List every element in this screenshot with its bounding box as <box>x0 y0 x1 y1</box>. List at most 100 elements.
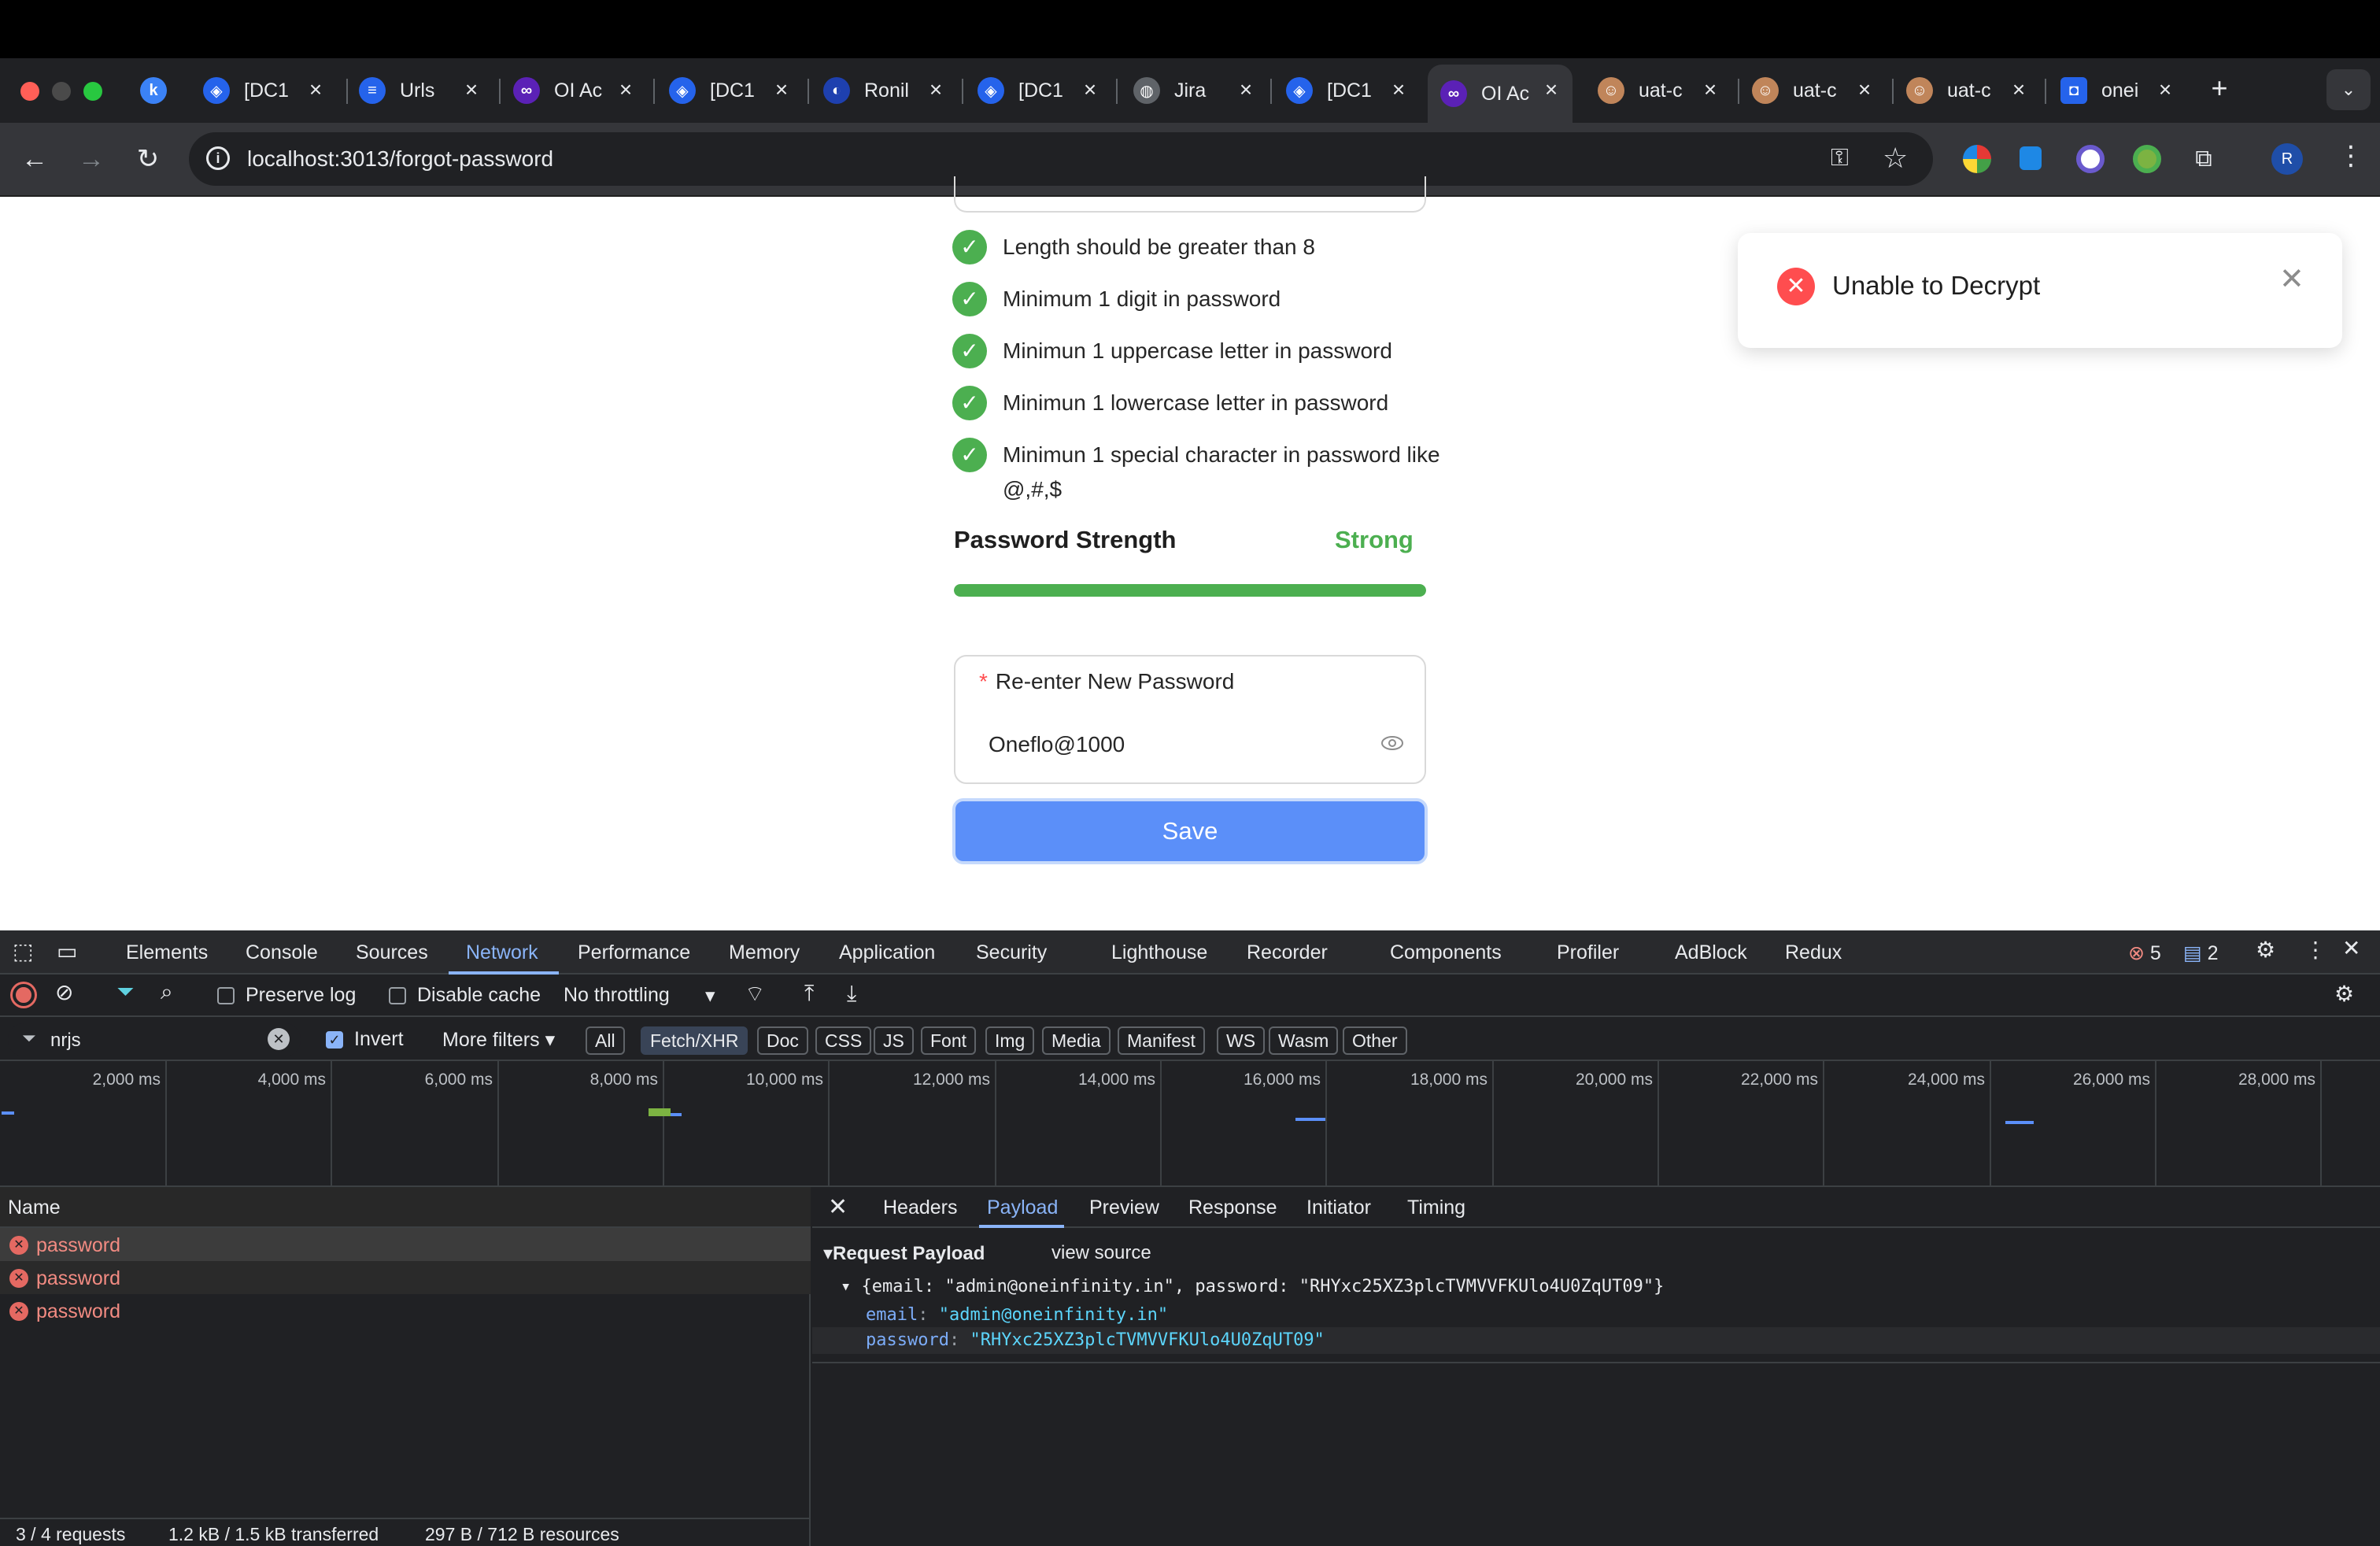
new-password-field[interactable] <box>954 176 1426 213</box>
throttling-select[interactable]: No throttling <box>564 984 670 1007</box>
detail-tab-timing[interactable]: Timing <box>1407 1196 1465 1219</box>
detail-tab-preview[interactable]: Preview <box>1089 1196 1159 1219</box>
browser-tab[interactable]: ◈ [DC1 × <box>669 65 795 117</box>
devtools-tab-elements[interactable]: Elements <box>126 941 208 964</box>
type-chip-media[interactable]: Media <box>1042 1026 1111 1055</box>
chevron-down-icon[interactable]: ▾ <box>705 984 715 1008</box>
reenter-password-input[interactable]: Oneflo@1000 <box>989 732 1125 757</box>
devtools-tab-memory[interactable]: Memory <box>729 941 800 964</box>
request-row[interactable]: ✕ password <box>0 1228 811 1261</box>
extension-icon[interactable] <box>2133 145 2161 173</box>
devtools-tab-adblock[interactable]: AdBlock <box>1675 941 1747 964</box>
detail-tab-headers[interactable]: Headers <box>883 1196 958 1219</box>
inspect-element-icon[interactable]: ⬚ <box>13 938 33 964</box>
type-chip-css[interactable]: CSS <box>815 1026 872 1055</box>
close-icon[interactable]: × <box>1538 76 1565 103</box>
network-timeline[interactable]: 2,000 ms 4,000 ms 6,000 ms 8,000 ms 10,0… <box>0 1061 2380 1187</box>
devtools-tab-console[interactable]: Console <box>246 941 318 964</box>
search-icon[interactable]: ⌕ <box>161 979 173 1005</box>
devtools-tab-profiler[interactable]: Profiler <box>1557 941 1619 964</box>
device-toolbar-icon[interactable]: ▭ <box>57 938 77 964</box>
browser-tab-active[interactable]: ∞ OI Ac × <box>1428 65 1572 123</box>
filter-funnel-icon[interactable]: ⏷ <box>116 979 134 1005</box>
devtools-tab-security[interactable]: Security <box>976 941 1047 964</box>
reload-icon[interactable]: ↻ <box>131 142 165 176</box>
name-column-header[interactable]: Name <box>8 1196 61 1219</box>
type-chip-ws[interactable]: WS <box>1217 1026 1266 1055</box>
clear-filter-icon[interactable]: ✕ <box>268 1028 290 1050</box>
save-button[interactable]: Save <box>952 798 1428 864</box>
minimize-window-button[interactable] <box>52 82 71 101</box>
extension-icon[interactable] <box>1963 145 1991 173</box>
close-devtools-icon[interactable]: ✕ <box>2342 935 2360 961</box>
bookmark-star-icon[interactable]: ☆ <box>1883 142 1908 175</box>
close-icon[interactable]: × <box>768 76 795 103</box>
back-icon[interactable]: ← <box>17 142 52 176</box>
type-chip-font[interactable]: Font <box>921 1026 977 1055</box>
close-window-button[interactable] <box>20 82 39 101</box>
filter-input-box[interactable]: ⏷ nrjs ✕ <box>8 1023 301 1056</box>
devtools-tab-network[interactable]: Network <box>466 941 538 964</box>
browser-tab[interactable]: k <box>140 65 187 117</box>
browser-tab[interactable]: ∞ OI Ac × <box>513 65 639 117</box>
close-icon[interactable]: ✕ <box>2279 261 2304 297</box>
payload-object[interactable]: ▾ {email: "admin@oneinfinity.in", passwo… <box>841 1277 1664 1296</box>
password-key-icon[interactable]: ⚿ <box>1831 145 1849 172</box>
browser-tab[interactable]: ≡ Urls × <box>359 65 485 117</box>
close-icon[interactable]: × <box>2005 76 2032 103</box>
devtools-tab-application[interactable]: Application <box>839 941 935 964</box>
close-icon[interactable]: × <box>612 76 639 103</box>
close-icon[interactable]: × <box>1851 76 1878 103</box>
close-icon[interactable]: × <box>1232 76 1259 103</box>
detail-tab-initiator[interactable]: Initiator <box>1306 1196 1371 1219</box>
extensions-puzzle-icon[interactable]: ⧉ <box>2186 142 2221 176</box>
disable-cache-checkbox[interactable] <box>389 987 406 1004</box>
profile-avatar[interactable]: R <box>2271 143 2303 175</box>
devtools-tab-performance[interactable]: Performance <box>578 941 690 964</box>
network-settings-gear-icon[interactable]: ⚙ <box>2334 981 2354 1007</box>
type-chip-wasm[interactable]: Wasm <box>1269 1026 1339 1055</box>
browser-tab[interactable]: ☺ uat-c × <box>1906 65 2032 117</box>
browser-tab[interactable]: ◘ onei × <box>2060 65 2179 117</box>
site-info-icon[interactable]: i <box>206 146 230 170</box>
close-icon[interactable]: × <box>1697 76 1724 103</box>
devtools-tab-lighthouse[interactable]: Lighthouse <box>1111 941 1207 964</box>
close-icon[interactable]: × <box>2152 76 2179 103</box>
message-count-badge[interactable]: ▤ 2 <box>2183 941 2218 965</box>
error-count-badge[interactable]: ⊗ 5 <box>2128 941 2161 965</box>
detail-tab-response[interactable]: Response <box>1188 1196 1277 1219</box>
type-chip-img[interactable]: Img <box>985 1026 1035 1055</box>
browser-tab[interactable]: ◈ [DC1 × <box>203 65 329 117</box>
extension-icon[interactable] <box>2076 145 2105 173</box>
forward-icon[interactable]: → <box>74 142 109 176</box>
browser-tab[interactable]: ◈ [DC1 × <box>1286 65 1412 117</box>
extension-icon[interactable] <box>2020 146 2042 170</box>
filter-input[interactable]: nrjs <box>50 1030 81 1052</box>
type-chip-manifest[interactable]: Manifest <box>1118 1026 1205 1055</box>
invert-checkbox[interactable]: ✓ <box>326 1031 343 1049</box>
type-chip-doc[interactable]: Doc <box>757 1026 808 1055</box>
url-text[interactable]: localhost:3013/forgot-password <box>247 146 553 172</box>
request-row[interactable]: ✕ password <box>0 1294 811 1327</box>
record-stop-icon[interactable] <box>13 984 35 1006</box>
view-source-link[interactable]: view source <box>1051 1242 1151 1264</box>
tab-search-icon[interactable]: ⌄ <box>2326 69 2371 110</box>
export-har-icon[interactable]: ⤓ <box>847 981 856 1007</box>
type-chip-all[interactable]: All <box>586 1026 625 1055</box>
type-chip-fetch-xhr[interactable]: Fetch/XHR <box>641 1026 748 1055</box>
browser-tab[interactable]: ☺ uat-c × <box>1598 65 1724 117</box>
settings-gear-icon[interactable]: ⚙ <box>2256 937 2275 963</box>
close-icon[interactable]: × <box>1385 76 1412 103</box>
clear-icon[interactable]: ⊘ <box>55 979 73 1005</box>
request-row[interactable]: ✕ password <box>0 1261 811 1294</box>
devtools-menu-icon[interactable]: ⋮ <box>2304 937 2326 963</box>
close-detail-icon[interactable]: ✕ <box>828 1193 848 1221</box>
close-icon[interactable]: × <box>302 76 329 103</box>
more-filters-dropdown[interactable]: More filters ▾ <box>442 1028 555 1052</box>
new-tab-icon[interactable]: + <box>2204 72 2235 104</box>
browser-tab[interactable]: ◍ Jira × <box>1133 65 1259 117</box>
preserve-log-checkbox[interactable] <box>217 987 235 1004</box>
devtools-tab-redux[interactable]: Redux <box>1785 941 1842 964</box>
close-icon[interactable]: × <box>1077 76 1103 103</box>
eye-icon[interactable] <box>1380 734 1404 753</box>
